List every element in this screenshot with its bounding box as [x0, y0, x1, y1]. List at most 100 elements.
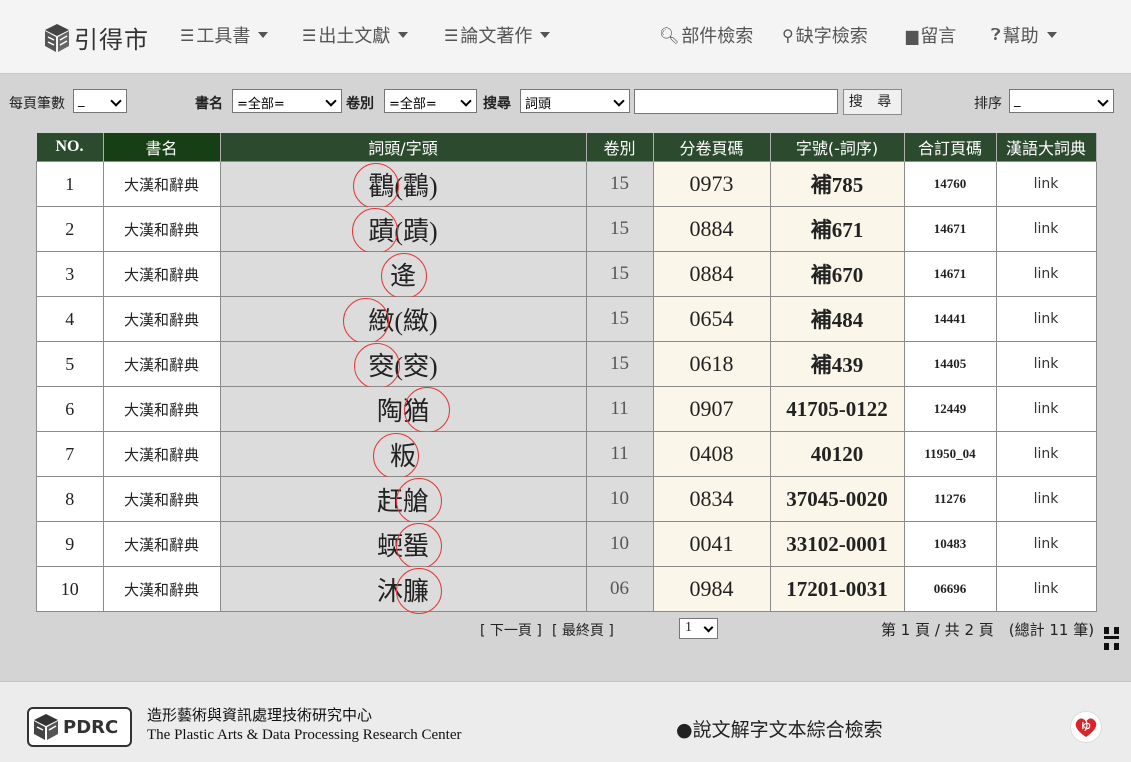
row-dictionary-link[interactable]: link [995, 431, 1097, 477]
row-code: 補484 [769, 296, 905, 342]
row-dictionary-link[interactable]: link [995, 521, 1097, 567]
row-page-text: 0654 [689, 306, 734, 331]
row-page-text: 0618 [689, 351, 734, 376]
donate-heart-icon[interactable]: ゆ [1070, 711, 1102, 743]
row-headword[interactable]: 蝡蜑 [219, 521, 587, 569]
row-code: 41705-0122 [769, 386, 905, 432]
link-comment[interactable]: ▆ 留言 [906, 22, 956, 48]
menu-tools[interactable]: ☰ 工具書 [180, 22, 269, 48]
row-headword-text: 陶猶 [376, 396, 429, 426]
search-icon: 🔍︎ [659, 25, 680, 45]
expand-icon[interactable] [1104, 627, 1120, 651]
row-headword[interactable]: 窔(窔) [219, 341, 587, 389]
row-dictionary-link[interactable]: link [995, 341, 1097, 387]
pdrc-logo-text: PDRC [63, 716, 119, 738]
row-dictionary-link[interactable]: link [995, 206, 1097, 252]
row-headword[interactable]: 陶猶 [219, 386, 587, 433]
row-page: 0884 [652, 251, 771, 297]
row-book-text: 大漢和辭典 [123, 265, 199, 284]
search-button[interactable]: 搜 尋 [843, 89, 902, 115]
row-book: 大漢和辭典 [102, 431, 221, 477]
row-book-text: 大漢和辭典 [123, 445, 199, 464]
missing-char-label: 缺字檢索 [795, 26, 868, 47]
col-book: 書名 [103, 133, 221, 162]
shuowen-search-link[interactable]: ●說文解字文本綜合檢索 [676, 715, 883, 742]
row-page-text: 0834 [689, 486, 734, 511]
row-no-text: 6 [65, 398, 75, 419]
row-page: 0973 [652, 161, 771, 207]
menu-lines-icon: ☰ [444, 25, 459, 45]
key-search-icon: ⚲ [782, 25, 794, 45]
row-volume-text: 11 [610, 443, 629, 464]
row-book-text: 大漢和辭典 [123, 355, 199, 374]
per-page-select[interactable]: _ [73, 89, 127, 113]
row-headword[interactable]: 緻(緻) [219, 296, 587, 344]
component-search-label: 部件檢索 [681, 26, 754, 47]
menu-help[interactable]: ❓︎ 幫助 [991, 22, 1057, 48]
row-combined-page: 14441 [903, 296, 997, 342]
last-page-link[interactable]: [ 最終頁 ] [552, 620, 614, 640]
row-no-text: 3 [65, 263, 75, 284]
menu-papers[interactable]: ☰ 論文著作 [444, 22, 551, 48]
row-headword-text: 沐臁 [376, 576, 429, 606]
search-label: 搜尋 [483, 96, 511, 112]
link-component-search[interactable]: 🔍︎ 部件檢索 [659, 22, 753, 48]
volume-select[interactable]: =全部= [384, 89, 477, 113]
page-select[interactable]: 1 [679, 618, 718, 639]
filter-bar: 每頁筆數 _ 書名 =全部= 卷別 =全部= 搜尋 詞頭 搜 尋 排序 _ [0, 89, 1131, 115]
row-combined-page-text: 14671 [933, 266, 967, 281]
menu-excavated-texts[interactable]: ☰ 出土文獻 [302, 22, 409, 48]
col-page: 分卷頁碼 [653, 133, 771, 162]
page-info: 第 1 頁 / 共 2 頁 (總計 11 筆) [881, 621, 1095, 639]
row-combined-page-text: 14405 [933, 356, 967, 371]
row-no: 5 [36, 341, 104, 387]
site-logo[interactable]: 引得市 [44, 20, 149, 55]
row-dictionary-link[interactable]: link [995, 476, 1097, 522]
row-headword[interactable]: 赶艙 [219, 476, 587, 524]
row-combined-page-text: 11276 [934, 491, 966, 506]
book-label: 書名 [195, 96, 223, 112]
search-input[interactable] [634, 89, 838, 114]
org-name-en: The Plastic Arts & Data Processing Resea… [147, 727, 462, 743]
row-code-text: 40120 [810, 441, 864, 466]
row-volume: 15 [585, 251, 654, 297]
row-dictionary-link[interactable]: link [995, 386, 1097, 432]
row-volume-text: 15 [610, 308, 629, 329]
row-page: 0041 [652, 521, 771, 567]
row-code: 補439 [769, 341, 905, 387]
row-code: 33102-0001 [769, 521, 905, 567]
row-dictionary-link-text: link [1033, 446, 1059, 462]
table-row: 4 大漢和辭典 緻(緻) 15 0654 補484 14441 link [36, 296, 1097, 344]
link-missing-char-search[interactable]: ⚲ 缺字檢索 [782, 22, 868, 48]
row-page-text: 0973 [689, 171, 734, 196]
row-volume-text: 10 [610, 533, 629, 554]
row-dictionary-link[interactable]: link [995, 566, 1097, 612]
row-headword[interactable]: 沐臁 [219, 566, 587, 614]
caret-down-icon [258, 32, 269, 38]
row-dictionary-link[interactable]: link [995, 296, 1097, 342]
next-page-link[interactable]: [ 下一頁 ] [480, 620, 542, 640]
row-headword[interactable]: 蹟(蹟) [219, 206, 587, 254]
row-combined-page: 14405 [903, 341, 997, 387]
row-dictionary-link-text: link [1033, 536, 1059, 552]
sort-label: 排序 [974, 96, 1002, 112]
row-combined-page: 14671 [903, 251, 997, 297]
row-headword[interactable]: 粄 [219, 431, 587, 479]
search-field-select[interactable]: 詞頭 [520, 89, 630, 113]
row-headword-text: 鸖(鸖) [368, 171, 438, 201]
top-navbar: 引得市 ☰ 工具書 ☰ 出土文獻 ☰ 論文著作 🔍︎ 部件檢索 ⚲ 缺字檢索 ▆… [0, 0, 1131, 74]
book-select[interactable]: =全部= [232, 89, 342, 113]
row-dictionary-link[interactable]: link [995, 161, 1097, 207]
results-table: NO. 書名 詞頭/字頭 卷別 分卷頁碼 字號(-詞序) 合訂頁碼 漢語大詞典 … [36, 133, 1097, 614]
comment-icon: ▆ [906, 25, 919, 45]
row-dictionary-link-text: link [1033, 581, 1059, 597]
sort-select[interactable]: _ [1009, 89, 1114, 113]
heart-icon: ゆ [1075, 718, 1097, 737]
row-headword[interactable]: 逄 [219, 251, 587, 299]
row-code-text: 41705-0122 [786, 396, 888, 421]
pdrc-logo[interactable]: PDRC [27, 707, 132, 747]
row-page-text: 0408 [689, 441, 734, 466]
row-page: 0654 [652, 296, 771, 342]
row-headword[interactable]: 鸖(鸖) [219, 161, 587, 209]
row-dictionary-link[interactable]: link [995, 251, 1097, 297]
